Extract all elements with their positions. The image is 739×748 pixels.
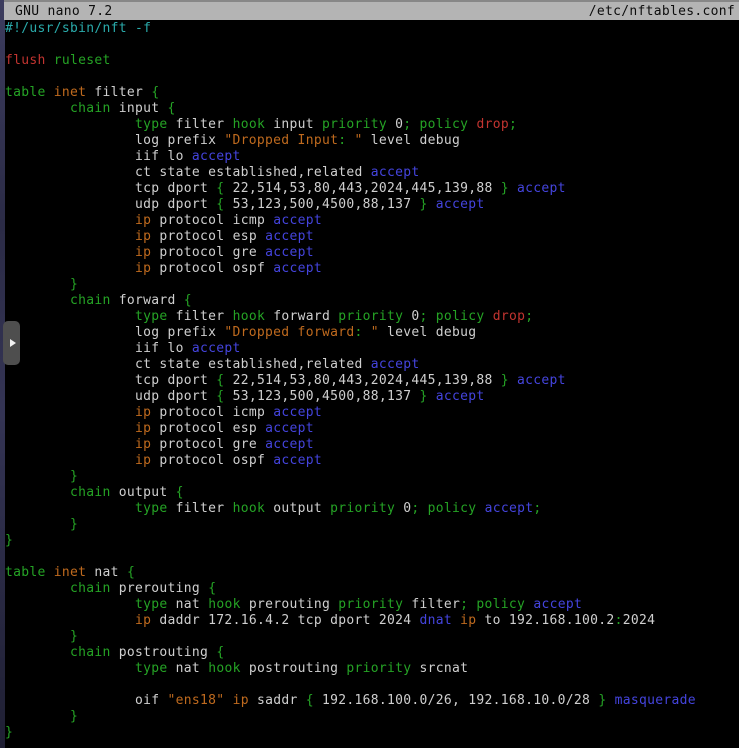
code-line: type filter hook output priority 0; poli… [5,501,739,517]
file-path: /etc/nftables.conf [589,4,735,19]
code-line: chain output { [5,485,739,501]
code-line: ip protocol esp accept [5,421,739,437]
code-line: type filter hook input priority 0; polic… [5,117,739,133]
code-line [5,37,739,53]
code-line [5,677,739,693]
code-line: iif lo accept [5,149,739,165]
code-line: type nat hook prerouting priority filter… [5,597,739,613]
code-line: type filter hook forward priority 0; pol… [5,309,739,325]
code-line: chain input { [5,101,739,117]
code-line: ip protocol icmp accept [5,405,739,421]
code-line: ip protocol esp accept [5,229,739,245]
code-line: chain forward { [5,293,739,309]
code-line: ct state established,related accept [5,165,739,181]
code-line: oif "ens18" ip saddr { 192.168.100.0/26,… [5,693,739,709]
arrow-right-icon [10,339,16,347]
code-line: log prefix "Dropped forward: " level deb… [5,325,739,341]
nano-titlebar: GNU nano 7.2 /etc/nftables.conf [4,0,739,20]
code-line [5,69,739,85]
code-line: } [5,725,739,741]
code-line: table inet filter { [5,85,739,101]
code-line: ip protocol ospf accept [5,261,739,277]
code-line: tcp dport { 22,514,53,80,443,2024,445,13… [5,181,739,197]
app-title: GNU nano 7.2 [15,4,113,19]
code-line: tcp dport { 22,514,53,80,443,2024,445,13… [5,373,739,389]
code-line: ip protocol gre accept [5,245,739,261]
code-line: udp dport { 53,123,500,4500,88,137 } acc… [5,389,739,405]
sidebar-toggle-button[interactable] [3,321,20,365]
code-line: } [5,709,739,725]
code-line: } [5,517,739,533]
terminal-screen: GNU nano 7.2 /etc/nftables.conf #!/usr/s… [0,0,739,748]
code-line: } [5,469,739,485]
code-line: ip protocol icmp accept [5,213,739,229]
code-line: } [5,277,739,293]
code-line: udp dport { 53,123,500,4500,88,137 } acc… [5,197,739,213]
code-line: chain postrouting { [5,645,739,661]
code-line: table inet nat { [5,565,739,581]
code-line: type nat hook postrouting priority srcna… [5,661,739,677]
code-line: iif lo accept [5,341,739,357]
code-line: flush ruleset [5,53,739,69]
code-line: ip protocol gre accept [5,437,739,453]
code-line: log prefix "Dropped Input: " level debug [5,133,739,149]
code-line: } [5,533,739,549]
code-line: ip protocol ospf accept [5,453,739,469]
code-line: } [5,629,739,645]
editor-content[interactable]: #!/usr/sbin/nft -f flush ruleset table i… [5,20,739,748]
code-line: #!/usr/sbin/nft -f [5,21,739,37]
code-line: chain prerouting { [5,581,739,597]
code-line: ct state established,related accept [5,357,739,373]
code-line [5,549,739,565]
code-line: ip daddr 172.16.4.2 tcp dport 2024 dnat … [5,613,739,629]
